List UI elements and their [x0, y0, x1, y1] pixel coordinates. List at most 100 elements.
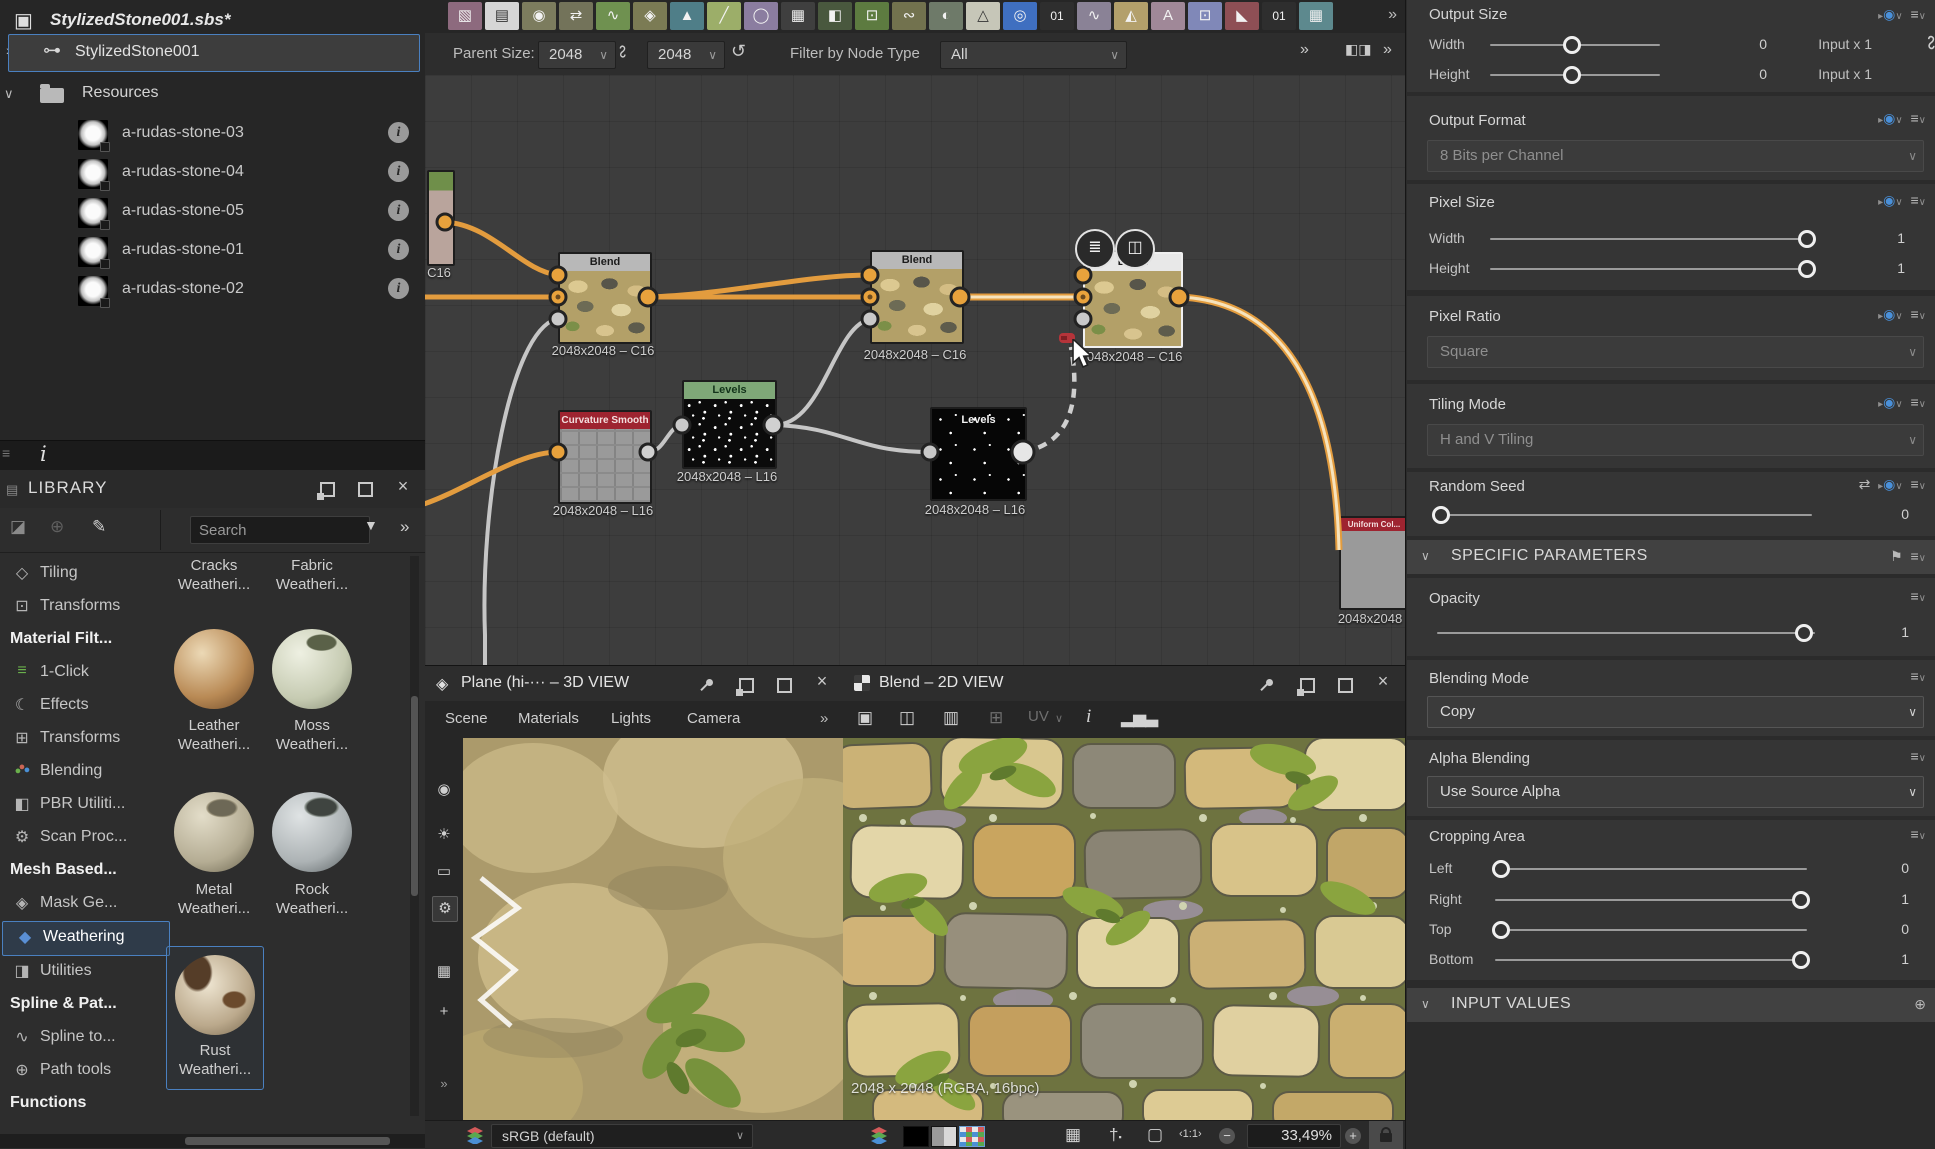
tool-gradient-map-icon[interactable]: ▧ [448, 2, 482, 30]
graph-tools-icon[interactable]: ◧◨ [1345, 41, 1371, 58]
tool-pyramid-icon[interactable]: △ [966, 2, 1000, 30]
material-thumbnail-metal[interactable] [174, 792, 254, 872]
sidebar-item-effects[interactable]: ☾Effects [0, 690, 172, 723]
view-2d-header[interactable]: Blend – 2D VIEW × [843, 666, 1405, 702]
output-size-height-row[interactable]: Height 0 Input x 1 [1407, 60, 1935, 90]
colorspace-layers-icon[interactable] [467, 1127, 483, 1144]
parent-size-height-dropdown[interactable]: 2048∨ [647, 41, 725, 69]
toolbar-overflow-icon[interactable]: » [1388, 6, 1397, 24]
save-icon[interactable]: ◫ [899, 708, 915, 728]
tool-fill-icon[interactable]: ◣ [1225, 2, 1259, 30]
random-seed-row[interactable]: 0 [1407, 500, 1935, 530]
close-window-button[interactable]: × [811, 672, 833, 692]
tool-directional-warp-icon[interactable]: ⇄ [559, 2, 593, 30]
info-icon[interactable]: i [388, 122, 409, 143]
size-link-icon[interactable]: ∾ [612, 44, 633, 59]
graph-tools-overflow-icon[interactable]: » [1383, 41, 1392, 59]
float-window-button[interactable] [1296, 675, 1318, 695]
fit-view-icon[interactable]: ▢ [1147, 1125, 1163, 1145]
crop-right-row[interactable]: Right 1 [1407, 885, 1935, 915]
menu-camera[interactable]: Camera [687, 710, 740, 727]
material-thumbnail-rust[interactable] [175, 955, 255, 1035]
settings-overflow-icon[interactable]: » [1300, 41, 1309, 59]
float-window-button[interactable] [735, 675, 757, 695]
mannequin-icon[interactable]: †▪ [1109, 1125, 1122, 1145]
menu-lights[interactable]: Lights [611, 710, 651, 727]
sidebar-item-utilities[interactable]: ◨Utilities [0, 956, 172, 989]
material-thumbnail-moss[interactable] [272, 629, 352, 709]
sidebar-item-weathering[interactable]: ◆Weathering [2, 921, 170, 956]
light-bulb-icon[interactable]: ☀ [432, 823, 456, 847]
node-levels-1[interactable]: Levels [682, 380, 777, 469]
width-height-link-icon[interactable]: ∾ [1919, 34, 1935, 51]
menu-scene[interactable]: Scene [445, 710, 488, 727]
resources-folder[interactable]: Resources [82, 84, 158, 102]
menu-materials[interactable]: Materials [518, 710, 579, 727]
slider-thumb[interactable] [1492, 921, 1510, 939]
sidebar-item-scan-processing[interactable]: ⚙Scan Proc... [0, 822, 172, 855]
maximize-window-button[interactable] [354, 479, 376, 499]
tool-spline-icon[interactable]: ∿ [1077, 2, 1111, 30]
tool-blur-icon[interactable]: ◉ [522, 2, 556, 30]
crop-bottom-row[interactable]: Bottom 1 [1407, 945, 1935, 975]
colorspace-dropdown[interactable]: sRGB (default)∨ [491, 1124, 753, 1148]
info-italic-icon[interactable]: i [1086, 706, 1091, 728]
close-window-button[interactable]: × [1372, 672, 1394, 692]
tool-atlas-icon[interactable]: ▦ [1299, 2, 1333, 30]
uv-grid-icon[interactable]: ▦ [432, 960, 456, 984]
lock-zoom-button[interactable] [1369, 1121, 1403, 1149]
pin-icon[interactable] [1258, 673, 1280, 693]
sidebar-item-pbr-utilities[interactable]: ◧PBR Utiliti... [0, 789, 172, 822]
tiling-mode-dropdown[interactable]: H and V Tiling∨ [1427, 424, 1924, 456]
tool-invert-icon[interactable]: ▤ [485, 2, 519, 30]
info-icon[interactable]: i [388, 161, 409, 182]
opacity-row[interactable]: 1 [1407, 618, 1935, 648]
view-3d-header[interactable]: ◈ Plane (hi-··· – 3D VIEW × [425, 666, 843, 702]
tool-warp-icon[interactable]: ◈ [633, 2, 667, 30]
maximize-window-button[interactable] [773, 675, 795, 695]
input-values-header[interactable]: ∨ INPUT VALUES ⊕ [1407, 988, 1935, 1022]
search-input[interactable] [190, 516, 370, 544]
sidebar-item-1-click[interactable]: ≡1-Click [0, 657, 172, 690]
copy-icon[interactable]: ▥ [943, 708, 959, 728]
menu-overflow-icon[interactable]: » [820, 710, 828, 727]
package-row[interactable]: ⊶ StylizedStone001 [8, 34, 420, 72]
parent-size-width-dropdown[interactable]: 2048∨ [538, 41, 616, 69]
zoom-out-button[interactable]: − [1219, 1128, 1235, 1144]
alpha-blending-dropdown[interactable]: Use Source Alpha∨ [1427, 776, 1924, 808]
pixel-ratio-dropdown[interactable]: Square∨ [1427, 336, 1924, 368]
node-levels-2[interactable]: Levels [930, 407, 1027, 501]
blending-mode-dropdown[interactable]: Copy∨ [1427, 696, 1924, 728]
sidebar-item-path-tools[interactable]: ⊕Path tools [0, 1055, 172, 1088]
library-overflow-icon[interactable]: » [400, 517, 409, 537]
filter-funnel-icon[interactable]: ▼ [364, 517, 378, 533]
list-item-leather-weathering[interactable]: Leather Weatheri... [166, 716, 262, 754]
new-item-icon[interactable]: ◪ [10, 517, 26, 537]
slider-thumb[interactable] [1492, 860, 1510, 878]
tool-bitmap-icon[interactable]: 01 [1040, 2, 1074, 30]
tool-symmetry-icon[interactable]: ◭ [1114, 2, 1148, 30]
sidebar-item-transforms[interactable]: ⊡Transforms [0, 591, 172, 624]
node-thumbnail-badge[interactable]: ◫ [1115, 229, 1155, 269]
sidebar-item-transforms-2[interactable]: ⊞Transforms [0, 723, 172, 756]
slider-thumb[interactable] [1792, 891, 1810, 909]
slider-thumb[interactable] [1792, 951, 1810, 969]
side-overflow-icon[interactable]: » [432, 1072, 456, 1096]
new-image-icon[interactable]: ▣ [857, 708, 873, 728]
tool-tile-sampler-icon[interactable]: ▦ [781, 2, 815, 30]
uv-chevron-icon[interactable]: ∨ [1055, 712, 1063, 725]
pixel-size-width-row[interactable]: Width 1 [1407, 224, 1935, 254]
move-axis-icon[interactable]: + [432, 1000, 456, 1024]
camera-icon[interactable]: ◉ [432, 778, 456, 802]
histogram-icon[interactable]: ▂▅▃ [1121, 708, 1157, 728]
info-icon[interactable]: i [388, 278, 409, 299]
zoom-in-button[interactable]: + [1345, 1128, 1361, 1144]
close-window-button[interactable]: × [392, 477, 414, 497]
tool-value-icon[interactable]: 01 [1262, 2, 1296, 30]
list-item-rock-weathering[interactable]: Rock Weatheri... [264, 880, 360, 918]
selected-item-box[interactable]: Rust Weatheri... [166, 946, 264, 1090]
crop-left-row[interactable]: Left 0 [1407, 854, 1935, 884]
slider-thumb[interactable] [1432, 506, 1450, 524]
channel-black-swatch[interactable] [903, 1126, 929, 1147]
material-thumbnail-leather[interactable] [174, 629, 254, 709]
